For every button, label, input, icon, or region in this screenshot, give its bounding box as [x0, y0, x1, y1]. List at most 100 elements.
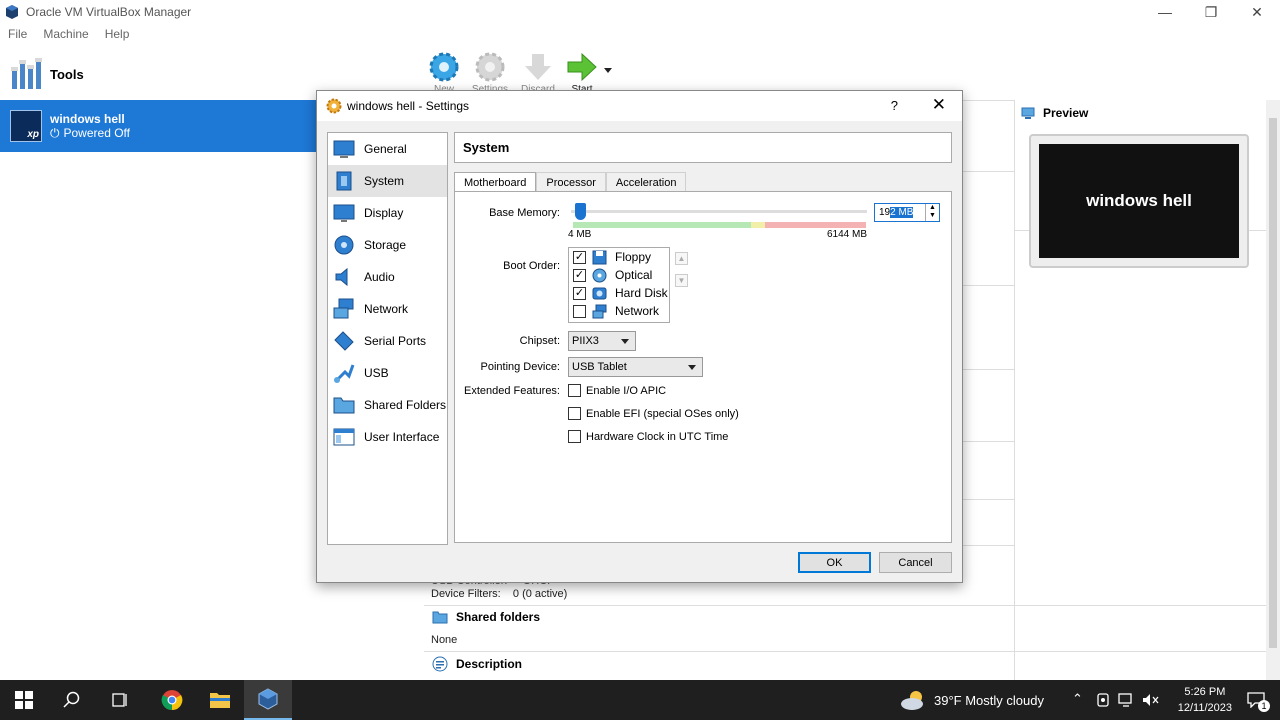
boot-optical-checkbox[interactable]: ✓: [573, 268, 586, 282]
settings-button[interactable]: Settings: [470, 50, 510, 95]
description-header[interactable]: Description: [432, 656, 522, 672]
show-hidden-icons-button[interactable]: ⌃: [1072, 691, 1083, 707]
boot-item-label: Optical: [615, 268, 653, 282]
base-memory-slider-thumb[interactable]: [575, 203, 586, 220]
efi-checkbox[interactable]: [568, 407, 581, 420]
start-dropdown-arrow-icon[interactable]: [604, 68, 612, 73]
hard-disk-icon: [592, 287, 607, 299]
device-filters-value: 0 (0 active): [512, 588, 568, 600]
clock-date: 12/11/2023: [1177, 702, 1232, 714]
os-badge: xp: [27, 129, 39, 140]
minimize-button[interactable]: —: [1142, 0, 1188, 24]
category-display[interactable]: Display: [328, 197, 447, 229]
monitor-icon: [1021, 107, 1035, 119]
base-memory-label: Base Memory:: [489, 207, 560, 219]
io-apic-checkbox[interactable]: [568, 384, 581, 397]
menu-bar: File Machine Help: [0, 24, 1280, 44]
category-system[interactable]: System: [328, 165, 447, 197]
device-filters-row: Device Filters: 0 (0 active): [431, 588, 567, 600]
start-menu-button[interactable]: [0, 680, 48, 720]
menu-file[interactable]: File: [0, 27, 35, 41]
volume-muted-icon[interactable]: [1142, 692, 1160, 708]
boot-item-floppy[interactable]: ✓ Floppy: [569, 248, 669, 266]
category-storage[interactable]: Storage: [328, 229, 447, 261]
category-network[interactable]: Network: [328, 293, 447, 325]
category-label: USB: [364, 366, 389, 380]
chevron-down-icon: [621, 339, 629, 344]
tab-processor[interactable]: Processor: [536, 172, 606, 192]
device-filters-label: Device Filters:: [431, 588, 501, 600]
base-memory-value: 19: [879, 207, 891, 218]
new-vm-button[interactable]: New: [424, 50, 464, 95]
close-dialog-button[interactable]: ✕: [932, 95, 946, 115]
shared-folders-header[interactable]: Shared folders: [432, 610, 540, 624]
io-apic-option[interactable]: Enable I/O APIC: [568, 384, 666, 397]
chrome-taskbar-button[interactable]: [148, 680, 196, 720]
category-usb[interactable]: USB: [328, 357, 447, 389]
spin-arrows[interactable]: ▲ ▼: [925, 204, 939, 221]
storage-disc-icon: [334, 235, 354, 255]
boot-item-network[interactable]: Network: [569, 302, 669, 320]
boot-network-checkbox[interactable]: [573, 304, 586, 318]
search-button[interactable]: [48, 680, 96, 720]
pointing-device-select[interactable]: USB Tablet: [568, 357, 703, 377]
chipset-select[interactable]: PIIX3: [568, 331, 636, 351]
category-shared-folders[interactable]: Shared Folders: [328, 389, 447, 421]
notification-count-badge: 1: [1258, 700, 1270, 712]
base-memory-max: 6144 MB: [827, 229, 868, 240]
category-label: Shared Folders: [364, 398, 447, 412]
boot-item-hard-disk[interactable]: ✓ Hard Disk: [569, 284, 669, 302]
start-button[interactable]: Start: [562, 50, 602, 95]
settings-page-title: System: [454, 132, 952, 163]
category-audio[interactable]: Audio: [328, 261, 447, 293]
virtualbox-icon: [258, 688, 278, 710]
network-tray-icon[interactable]: [1118, 692, 1136, 708]
power-off-icon: ⏻: [50, 125, 60, 140]
boot-item-optical[interactable]: ✓ Optical: [569, 266, 669, 284]
details-scrollbar[interactable]: [1266, 100, 1280, 680]
category-user-interface[interactable]: User Interface: [328, 421, 447, 453]
new-gear-icon: [429, 52, 459, 82]
category-serial-ports[interactable]: Serial Ports: [328, 325, 447, 357]
folder-icon: [432, 611, 448, 624]
tab-acceleration[interactable]: Acceleration: [605, 172, 687, 192]
base-memory-spinbox[interactable]: 192 MB ▲ ▼: [874, 203, 940, 222]
menu-machine[interactable]: Machine: [35, 27, 96, 41]
start-arrow-icon: [567, 52, 597, 82]
weather-text[interactable]: 39°F Mostly cloudy: [934, 693, 1044, 708]
taskbar-clock[interactable]: 5:26 PM 12/11/2023: [1178, 684, 1232, 716]
utc-clock-option[interactable]: Hardware Clock in UTC Time: [568, 430, 728, 443]
dialog-titlebar: windows hell - Settings ? ✕: [317, 91, 962, 121]
menu-help[interactable]: Help: [97, 27, 138, 41]
efi-option[interactable]: Enable EFI (special OSes only): [568, 407, 739, 420]
maximize-button[interactable]: ❐: [1188, 0, 1234, 24]
boot-floppy-checkbox[interactable]: ✓: [573, 250, 586, 264]
optical-disc-icon: [592, 268, 607, 282]
category-general[interactable]: General: [328, 133, 447, 165]
boot-hard-disk-checkbox[interactable]: ✓: [573, 286, 586, 300]
cancel-button[interactable]: Cancel: [879, 552, 952, 573]
discard-button[interactable]: Discard: [518, 50, 558, 95]
virtualbox-taskbar-button[interactable]: [244, 680, 292, 720]
extended-features-label: Extended Features:: [463, 385, 560, 397]
utc-clock-checkbox[interactable]: [568, 430, 581, 443]
notification-center-button[interactable]: 1: [1232, 680, 1280, 720]
device-icon[interactable]: [1096, 692, 1110, 708]
file-explorer-taskbar-button[interactable]: [196, 680, 244, 720]
scrollbar-thumb[interactable]: [1269, 118, 1277, 648]
base-memory-slider-track[interactable]: [571, 210, 867, 213]
task-view-button[interactable]: [96, 680, 144, 720]
move-down-button[interactable]: ▼: [675, 274, 688, 287]
weather-cloudy-icon: [901, 691, 923, 710]
efi-label: Enable EFI (special OSes only): [586, 407, 739, 420]
move-up-button[interactable]: ▲: [675, 252, 688, 265]
utc-clock-label: Hardware Clock in UTC Time: [586, 430, 729, 443]
help-button[interactable]: ?: [891, 98, 898, 113]
windows-xp-os-icon: xp: [10, 110, 42, 142]
tools-label: Tools: [50, 66, 84, 82]
preview-header[interactable]: Preview: [1021, 106, 1088, 120]
ok-button[interactable]: OK: [798, 552, 871, 573]
settings-dialog: windows hell - Settings ? ✕ General Syst…: [316, 90, 963, 583]
close-window-button[interactable]: ✕: [1234, 0, 1280, 24]
tab-motherboard[interactable]: Motherboard: [454, 172, 537, 192]
